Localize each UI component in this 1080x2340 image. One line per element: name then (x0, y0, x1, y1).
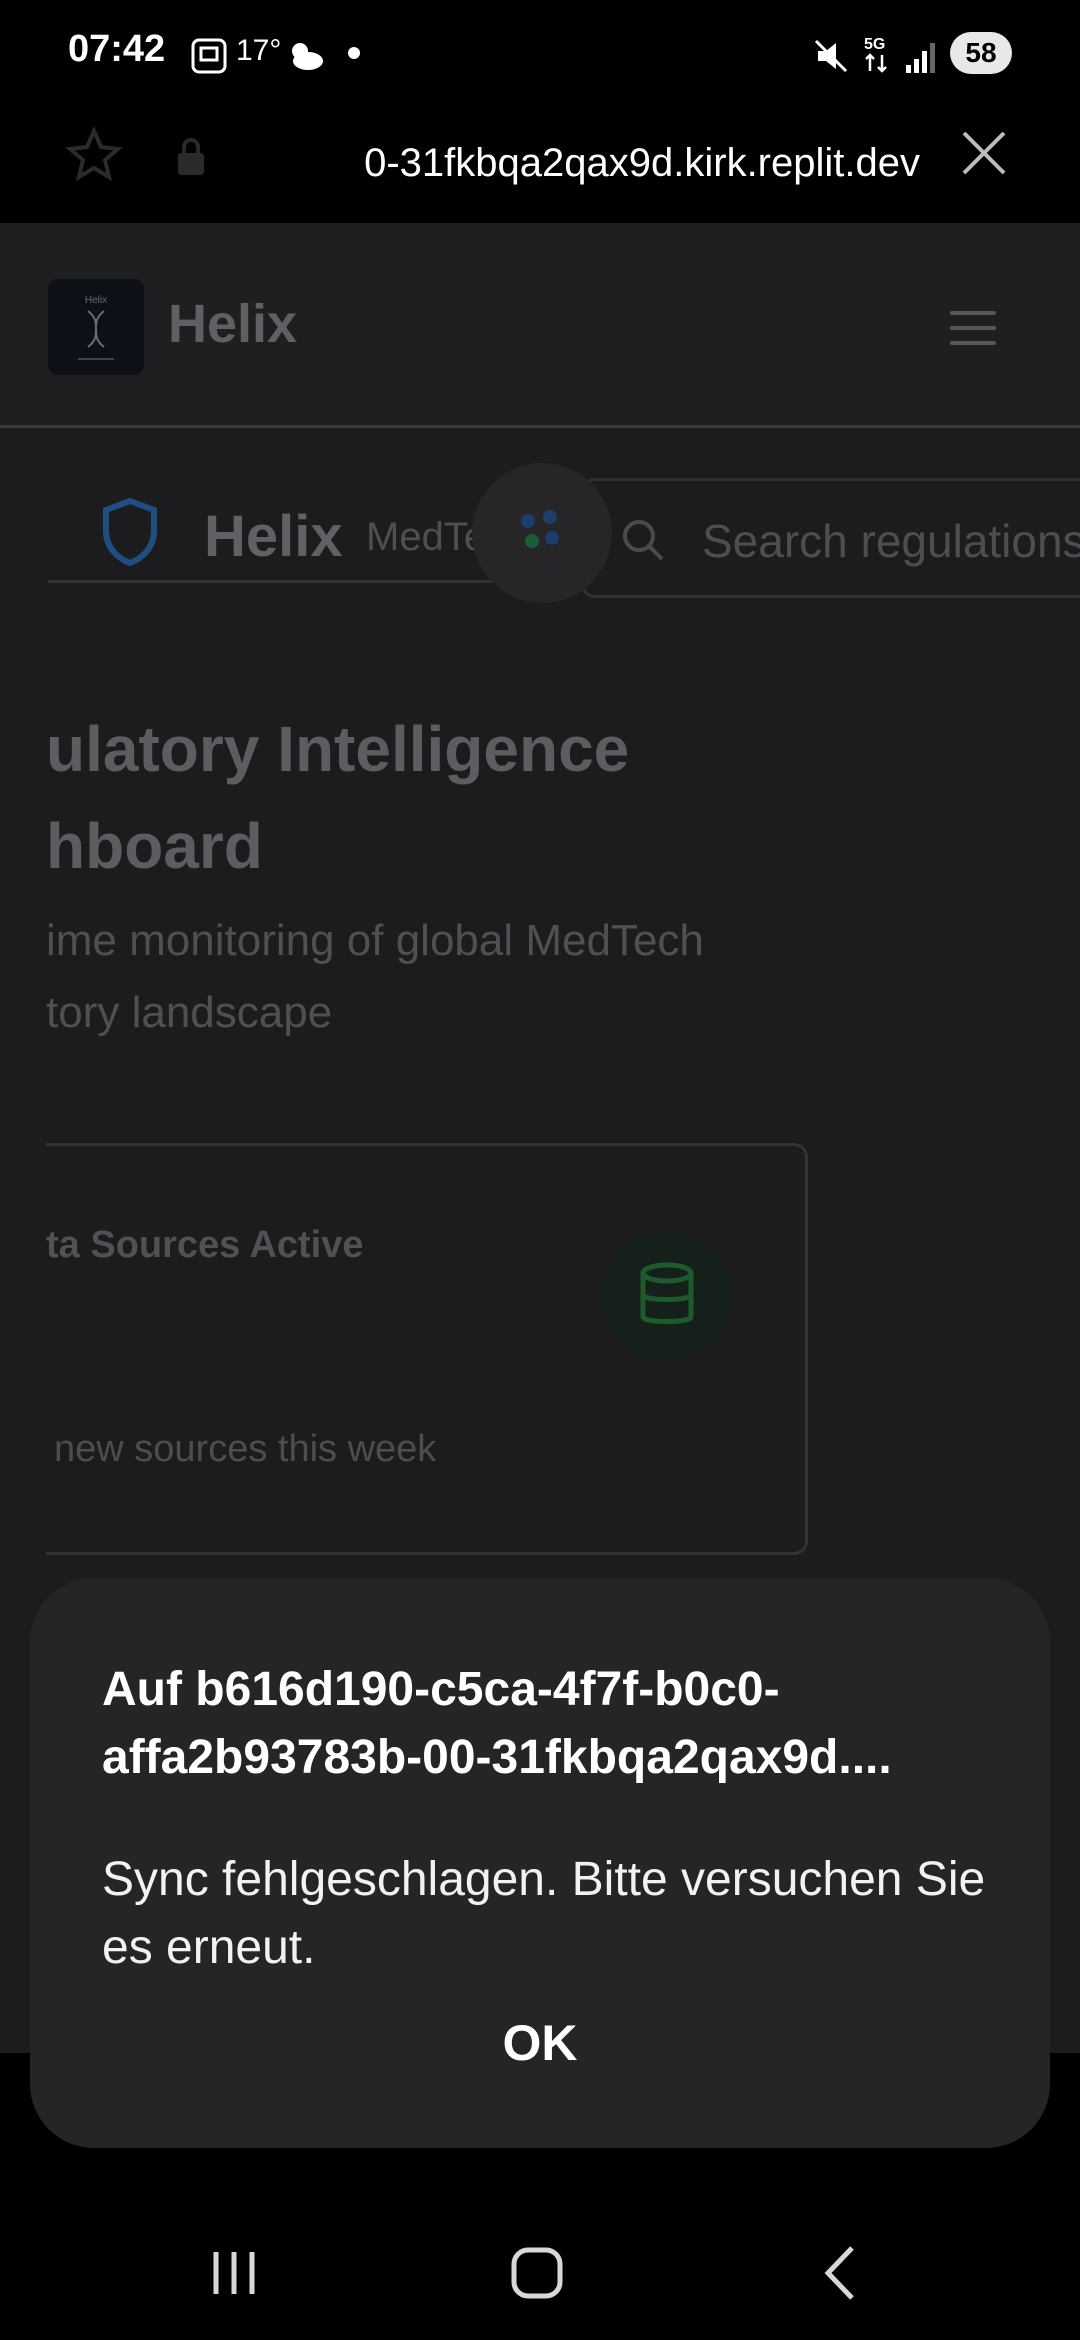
app-brand: Helix (204, 504, 343, 569)
close-icon[interactable] (958, 127, 1010, 179)
menu-icon[interactable] (950, 311, 996, 345)
weather-icon (292, 43, 323, 70)
battery-indicator: 58 (950, 32, 1012, 74)
svg-text:Helix: Helix (85, 295, 107, 306)
svg-text:5G: 5G (864, 36, 885, 53)
dashboard-subtitle: ime monitoring of global MedTech tory la… (46, 916, 704, 1037)
stat-card[interactable]: ta Sources Active new sources this week (46, 1143, 808, 1555)
star-icon[interactable] (64, 125, 124, 185)
database-icon (640, 1262, 694, 1324)
system-nav-bar (0, 2148, 1080, 2340)
card-footnote: new sources this week (54, 1428, 437, 1470)
alert-dialog: Auf b616d190-c5ca-4f7f-b0c0-affa2b93783b… (30, 1578, 1050, 2148)
lock-icon (178, 138, 204, 175)
dots-icon (521, 510, 559, 548)
back-icon[interactable] (800, 2238, 880, 2308)
site-logo[interactable]: Helix (48, 279, 144, 375)
dialog-title: Auf b616d190-c5ca-4f7f-b0c0-affa2b93783b… (102, 1663, 892, 1784)
5g-icon: 5G (864, 36, 887, 73)
search-icon (623, 520, 664, 561)
notification-dot (348, 47, 360, 59)
home-icon[interactable] (498, 2238, 578, 2308)
status-bar: 07:42 17° 5G 58 (0, 0, 1080, 105)
mute-icon (814, 39, 848, 73)
recent-apps-icon[interactable] (196, 2238, 276, 2308)
site-header: Helix Helix (0, 223, 1080, 428)
status-time: 07:42 (68, 28, 166, 70)
card-label: ta Sources Active (46, 1224, 364, 1266)
dashboard-title: ulatory Intelligence hboard (46, 713, 630, 882)
shield-icon (103, 497, 157, 567)
search-placeholder: Search regulations (702, 515, 1080, 567)
site-title: Helix (168, 294, 298, 354)
search-input[interactable]: Search regulations (581, 478, 1080, 598)
dna-icon: Helix (78, 295, 114, 360)
dialog-message: Sync fehlgeschlagen. Bitte versuchen Sie… (102, 1853, 986, 1974)
ok-button[interactable]: OK (470, 2003, 610, 2083)
status-temperature: 17° (236, 34, 282, 67)
browser-url-bar: 0-31fkbqa2qax9d.kirk.replit.dev (0, 105, 1080, 223)
url-text[interactable]: 0-31fkbqa2qax9d.kirk.replit.dev (250, 133, 920, 193)
floating-action-button[interactable] (472, 463, 612, 603)
signal-icon (906, 43, 935, 73)
screenshot-icon (191, 38, 227, 74)
card-icon-badge (602, 1231, 732, 1361)
